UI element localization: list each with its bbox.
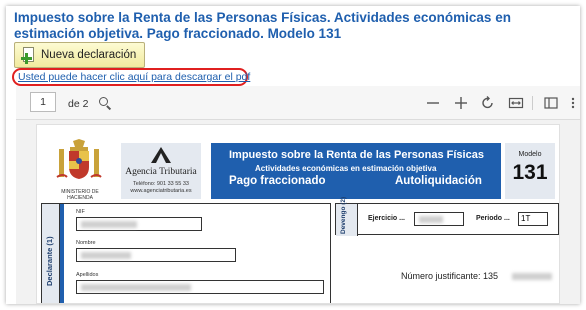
pdf-viewer: 1 de 2 MINISTERIO DE HACIENDA Agencia Tr… [16,86,580,304]
banner-line-1: Impuesto sobre la Renta de las Personas … [229,149,484,161]
pdf-toolbar: 1 de 2 [16,86,580,120]
nif-label: NIF [76,209,85,215]
pdf-page: MINISTERIO DE HACIENDA Agencia Tributari… [36,124,560,304]
agency-contact: Teléfono: 901 33 55 33 www.agenciatribut… [123,181,199,195]
nombre-field[interactable] [76,248,236,262]
download-pdf-link[interactable]: Usted puede hacer clic aquí para descarg… [12,68,250,86]
ejercicio-field[interactable] [414,212,464,226]
agency-phone: Teléfono: 901 33 55 33 [133,181,189,187]
page-number-input[interactable]: 1 [30,92,56,112]
agency-name: Agencia Tributaria [125,167,197,177]
search-icon[interactable] [96,94,114,112]
apellidos-field[interactable] [76,280,324,294]
periodo-label: Periodo ... [476,215,510,222]
nif-field[interactable] [76,217,202,231]
zoom-in-icon[interactable] [452,94,470,112]
ministry-label: MINISTERIO DE HACIENDA [61,189,99,201]
page-title: Impuesto sobre la Renta de las Personas … [14,10,511,41]
ejercicio-label: Ejercicio ... [368,215,405,222]
declarante-accent [60,204,64,303]
declarante-side: Declarante (1) [42,204,60,303]
model-number: 131 [512,161,548,184]
zoom-out-icon[interactable] [424,94,442,112]
nombre-label: Nombre [76,240,96,246]
declarante-label: Declarante (1) [45,236,54,286]
agencia-logo-icon [151,147,171,163]
devengo-label: Devengo (2) [340,196,347,234]
toolbar-separator [532,96,533,110]
banner-line-3: Pago fraccionado [229,175,326,187]
page-total: de 2 [68,98,89,110]
rotate-icon[interactable] [479,94,497,112]
justificante-redacted [512,273,552,280]
devengo-side: Devengo (2) [336,197,358,236]
form-banner: Impuesto sobre la Renta de las Personas … [211,143,501,199]
window-frame: Impuesto sobre la Renta de las Personas … [6,6,580,304]
new-declaration-label: Nueva declaración [41,49,137,61]
declarante-section: Declarante (1) NIF Nombre Apellidos [41,203,331,303]
apellidos-label: Apellidos [76,272,99,278]
model-label: Modelo [518,151,542,158]
justificante-number: Número justificante: 135 [401,271,499,281]
new-document-icon [21,47,35,64]
agency-web: www.agenciatributaria.es [130,188,192,194]
model-box: Modelo 131 [505,143,555,199]
new-declaration-button[interactable]: Nueva declaración [14,42,146,68]
pages-icon[interactable] [542,94,560,112]
coat-of-arms-logo [53,139,105,189]
banner-line-4: Autoliquidación [395,175,482,187]
periodo-field[interactable]: 1T [518,212,548,226]
fit-width-icon[interactable] [507,94,525,112]
banner-line-2: Actividades económicas en estimación obj… [255,164,437,173]
devengo-section: Devengo (2) Ejercicio ... Periodo ... 1T [335,197,559,236]
agencia-tributaria-box: Agencia Tributaria Teléfono: 901 33 55 3… [121,143,201,199]
more-options-icon[interactable] [568,94,578,112]
